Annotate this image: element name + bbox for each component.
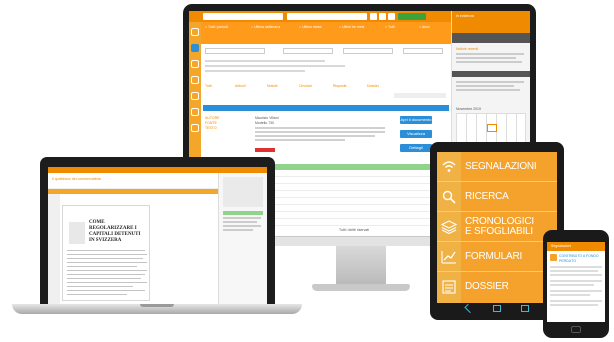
content-tabs: Tutti Articoli Notizie Circolari Rispost… (203, 83, 449, 91)
nav-doc-icon[interactable] (191, 92, 199, 100)
filter-input[interactable] (287, 13, 367, 20)
monitor-foot (312, 284, 410, 291)
folder-icon (442, 280, 456, 294)
search-input[interactable] (203, 13, 283, 20)
phone-title: Segnalazioni (551, 244, 572, 248)
document-preview[interactable]: COME REGOLARIZZARE I CAPITALI DETENUTI I… (62, 205, 150, 301)
menu-label: DOSSIER (465, 281, 509, 292)
phone-top-bar: Segnalazioni (547, 242, 605, 251)
tab-dossier[interactable]: Dossier (367, 84, 379, 89)
nav-star-icon[interactable] (191, 108, 199, 116)
menu-item-formulari[interactable]: FORMULARI (437, 242, 557, 272)
number-input[interactable] (403, 48, 443, 54)
option-2[interactable]: ○ Ultima settimana (251, 25, 280, 30)
date-to-input[interactable] (343, 48, 393, 54)
tab-news[interactable]: Notizie (267, 84, 278, 89)
laptop-header-text: Il quotidiano del commercialista (52, 177, 101, 181)
laptop-notch (140, 304, 174, 307)
bell-icon (550, 254, 557, 261)
nav-edit-icon[interactable] (191, 76, 199, 84)
app-top-bar (189, 11, 451, 22)
nav-folder-icon[interactable] (191, 124, 199, 132)
doc-author: Maurizio Villani (255, 116, 279, 120)
layers-icon (441, 220, 457, 235)
menu-item-cronologici[interactable]: CRONOLOGICI E SFOGLIABILI (437, 212, 557, 242)
search-icon[interactable] (370, 13, 377, 20)
document-title: COME REGOLARIZZARE I CAPITALI DETENUTI I… (89, 220, 141, 243)
menu-label: FORMULARI (465, 251, 523, 262)
option-4[interactable]: ○ Ultimi tre mesi (339, 25, 364, 30)
laptop-sidebar (218, 173, 267, 304)
details-button[interactable]: Dettagli (400, 144, 432, 152)
menu-label-line2: E SFOGLIABILI (465, 226, 533, 237)
back-icon[interactable] (464, 303, 474, 314)
search-icon (442, 190, 456, 204)
filter-options-bar: ○ Tutti i periodi ○ Ultima settimana ○ U… (189, 22, 451, 44)
tablet-nav-bar (437, 303, 557, 315)
phone-screen: Segnalazioni CONTRIBUTO A FONDO PERDUTO (547, 242, 605, 322)
sidebar-header: In evidenza (452, 11, 530, 33)
phone-item-title[interactable]: CONTRIBUTO A FONDO PERDUTO (559, 254, 603, 263)
results-header (203, 105, 449, 111)
chart-icon (441, 251, 456, 264)
calendar-today[interactable] (487, 124, 497, 132)
calendar-month: Novembre 2019 (456, 107, 481, 111)
filter-form (203, 46, 449, 80)
monitor-stand (336, 246, 386, 286)
laptop-tabs[interactable] (48, 189, 218, 194)
home-icon[interactable] (388, 13, 395, 20)
option-1[interactable]: ○ Tutti i periodi (205, 25, 228, 30)
doc-info: Modello 730 (255, 121, 275, 125)
go-button[interactable] (398, 13, 426, 20)
nav-list-icon[interactable] (191, 60, 199, 68)
nav-home-icon[interactable] (191, 28, 199, 36)
menu-item-dossier[interactable]: DOSSIER (437, 272, 557, 302)
featured-result: AUTORE FONTE TESTO Maurizio Villani Mode… (205, 116, 432, 152)
tablet-screen: SEGNALAZIONI RICERCA CRONOLOGICI E SFOGL… (437, 152, 557, 303)
option-6[interactable]: ○ Anno (419, 25, 430, 30)
tab-articles[interactable]: Articoli (235, 84, 246, 89)
pdf-icon[interactable] (255, 148, 275, 152)
settings-icon[interactable] (379, 13, 386, 20)
sidebar-tabs[interactable] (452, 33, 530, 43)
view-button[interactable]: Visualizza (400, 130, 432, 138)
news-title: Notizie recenti (456, 47, 479, 51)
date-from-input[interactable] (283, 48, 333, 54)
tab-all[interactable]: Tutti (205, 84, 212, 89)
type-select[interactable] (205, 48, 265, 54)
footer-text: Tutti i diritti riservati (339, 228, 370, 232)
recent-apps-icon[interactable] (521, 305, 529, 312)
tab-circulars[interactable]: Circolari (299, 84, 312, 89)
option-5[interactable]: ○ Tutti (385, 25, 395, 30)
menu-label: RICERCA (465, 191, 509, 202)
document-stamp-icon (69, 222, 85, 244)
sidebar-title: In evidenza (456, 14, 474, 18)
option-3[interactable]: ○ Ultimo mese (299, 25, 322, 30)
tab-answers[interactable]: Risposte (333, 84, 347, 89)
phone-home-button[interactable] (571, 326, 581, 333)
nav-search-icon[interactable] (191, 44, 199, 52)
open-document-button[interactable]: Apri il documento (400, 116, 432, 124)
menu-label: SEGNALAZIONI (465, 161, 537, 172)
pagination[interactable] (394, 93, 446, 98)
wifi-icon (442, 161, 456, 172)
laptop-header: Il quotidiano del commercialista (48, 173, 218, 189)
menu-item-ricerca[interactable]: RICERCA (437, 182, 557, 212)
menu-item-segnalazioni[interactable]: SEGNALAZIONI (437, 152, 557, 182)
home-icon[interactable] (493, 305, 501, 312)
